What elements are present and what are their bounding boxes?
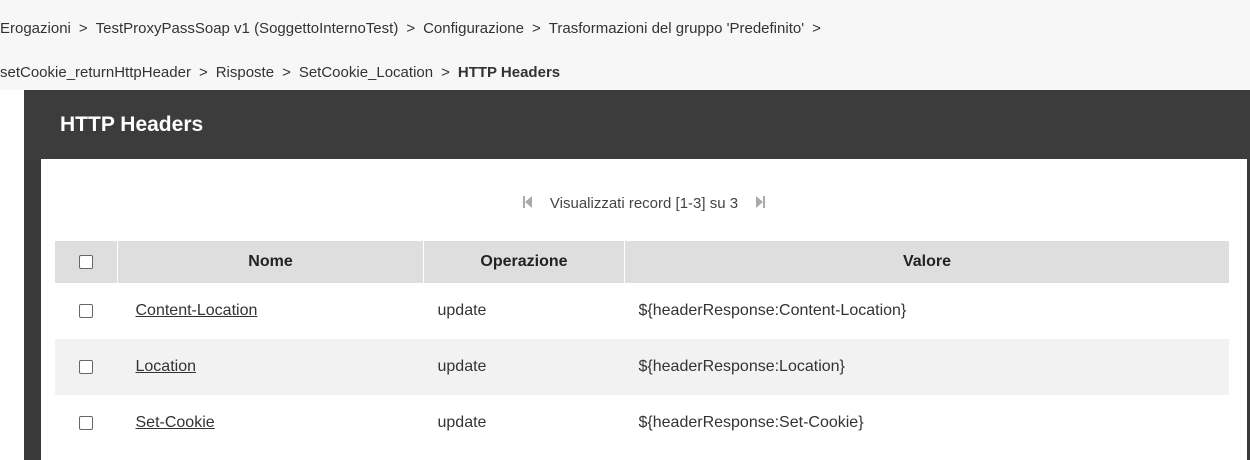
column-header-nome[interactable]: Nome: [117, 241, 424, 283]
breadcrumb-trasformazioni[interactable]: Trasformazioni del gruppo 'Predefinito': [549, 14, 804, 44]
select-all-cell: [55, 241, 118, 283]
row-checkbox[interactable]: [79, 303, 94, 318]
breadcrumb: Erogazioni > TestProxyPassSoap v1 (Soggett…: [0, 0, 1250, 90]
first-page-icon[interactable]: [522, 189, 532, 219]
table-row: Set-Cookie update ${headerResponse:Set-C…: [55, 395, 1229, 451]
row-check-cell: [55, 283, 118, 339]
panel-border-left: [24, 159, 41, 460]
table-row: Location update ${headerResponse:Locatio…: [55, 339, 1229, 395]
header-name-link[interactable]: Content-Location: [136, 302, 258, 319]
row-valore: ${headerResponse:Content-Location}: [638, 302, 907, 319]
row-checkbox[interactable]: [79, 359, 94, 374]
row-operazione: update: [437, 414, 487, 431]
panel-header: HTTP Headers: [24, 90, 1250, 159]
breadcrumb-separator-icon: >: [406, 20, 416, 37]
breadcrumb-erogazioni[interactable]: Erogazioni: [0, 14, 71, 44]
breadcrumb-separator-icon: >: [198, 64, 208, 81]
header-name-link[interactable]: Location: [136, 358, 197, 375]
column-header-operazione[interactable]: Operazione: [423, 241, 625, 283]
breadcrumb-erogazione[interactable]: TestProxyPassSoap v1 (SoggettoInternoTes…: [96, 14, 399, 44]
row-checkbox[interactable]: [79, 415, 94, 430]
row-operazione: update: [437, 302, 487, 319]
table-row: Content-Location update ${headerResponse…: [55, 283, 1229, 339]
breadcrumb-separator-icon: >: [441, 64, 450, 81]
breadcrumb-risposta[interactable]: SetCookie_Location: [299, 58, 433, 88]
row-valore: ${headerResponse:Set-Cookie}: [638, 414, 864, 431]
row-check-cell: [55, 339, 118, 395]
breadcrumb-separator-icon: >: [532, 20, 541, 37]
breadcrumb-configurazione[interactable]: Configurazione: [423, 14, 524, 44]
breadcrumb-trasformazione[interactable]: setCookie_returnHttpHeader: [0, 58, 191, 88]
column-header-valore[interactable]: Valore: [624, 241, 1229, 283]
breadcrumb-current: HTTP Headers: [457, 64, 561, 81]
panel-body: Visualizzati record [1-3] su 3 Nome Oper…: [41, 159, 1247, 460]
breadcrumb-separator-icon: >: [812, 20, 821, 37]
breadcrumb-risposte[interactable]: Risposte: [216, 58, 274, 88]
row-valore: ${headerResponse:Location}: [624, 339, 1229, 395]
breadcrumb-line-1: Erogazioni > TestProxyPassSoap v1 (Soggett…: [0, 14, 829, 44]
header-name-link[interactable]: Set-Cookie: [136, 414, 215, 431]
pager: Visualizzati record [1-3] su 3: [41, 189, 1247, 219]
select-all-checkbox[interactable]: [79, 254, 93, 269]
row-nome-cell: Location: [117, 339, 424, 395]
breadcrumb-separator-icon: >: [282, 64, 291, 81]
row-nome-cell: Content-Location: [118, 283, 424, 339]
row-check-cell: [55, 395, 118, 451]
table-header-row: Nome Operazione Valore: [55, 241, 1229, 283]
page-title: HTTP Headers: [60, 113, 204, 136]
last-page-icon[interactable]: [756, 189, 766, 219]
breadcrumb-line-2: setCookie_returnHttpHeader > Risposte > SetC…: [0, 58, 560, 88]
breadcrumb-separator-icon: >: [78, 20, 88, 37]
row-operazione: update: [423, 339, 625, 395]
pager-status: Visualizzati record [1-3] su 3: [549, 195, 739, 213]
row-nome-cell: Set-Cookie: [118, 395, 424, 451]
headers-table: Nome Operazione Valore Content-Location …: [55, 241, 1229, 451]
